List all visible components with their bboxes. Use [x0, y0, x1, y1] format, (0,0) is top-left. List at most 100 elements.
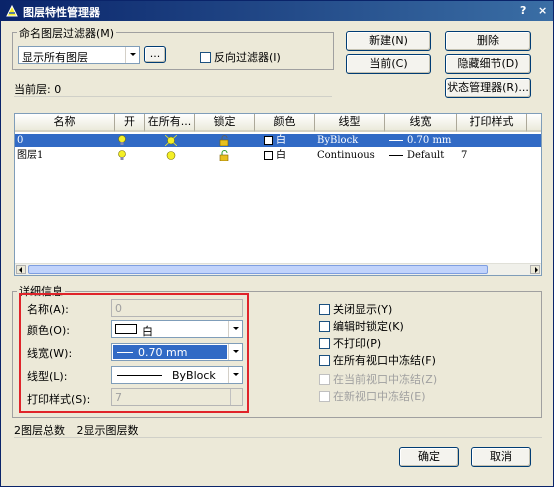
freeze-all-checkbox[interactable]: 在所有视口中冻结(F) [319, 352, 436, 368]
column-header-freeze-all[interactable]: 在所有... [145, 114, 195, 132]
no-plot-label: 不打印(P) [333, 337, 382, 350]
layer-plotstyle[interactable]: 7 [461, 149, 467, 162]
name-label: 名称(A): [27, 303, 69, 316]
unlock-icon[interactable] [219, 150, 230, 161]
table-row[interactable]: 0 白 ByBlock 0.70 mm [15, 134, 541, 147]
off-checkbox[interactable]: 关闭显示(Y) [319, 301, 392, 317]
column-header-more[interactable] [527, 114, 541, 132]
color-select[interactable]: 白 [111, 320, 243, 338]
plotstyle-label: 打印样式(S): [27, 393, 91, 406]
freeze-new-label: 在新视口中冻结(E) [333, 390, 426, 403]
freeze-current-checkbox: 在当前视口中冻结(Z) [319, 371, 437, 387]
chevron-down-icon[interactable] [228, 321, 242, 337]
linetype-select[interactable]: ByBlock [111, 366, 243, 384]
checkbox-icon [319, 374, 330, 385]
lineweight-sample [389, 155, 403, 156]
scroll-right-button[interactable] [530, 265, 540, 274]
name-field: 0 [111, 299, 243, 317]
invert-filter-checkbox[interactable]: 反向过滤器(I) [200, 49, 281, 65]
shown-layers-text: 2显示图层数 [76, 424, 139, 437]
bulb-on-icon[interactable] [117, 150, 127, 161]
name-field-value: 0 [115, 302, 122, 315]
delete-layer-button[interactable]: 删除 [445, 31, 531, 51]
lineweight-label: 线宽(W): [27, 347, 73, 360]
freeze-all-label: 在所有视口中冻结(F) [333, 354, 436, 367]
horizontal-scrollbar[interactable] [15, 263, 541, 275]
column-header-plotstyle[interactable]: 打印样式 [457, 114, 527, 132]
table-row[interactable]: 图层1 白 Continuous Default 7 [15, 149, 541, 162]
layer-lineweight[interactable]: 0.70 mm [407, 134, 451, 147]
current-layer-label: 当前层: [14, 83, 51, 96]
help-button[interactable]: ? [520, 4, 526, 17]
title-bar[interactable]: 图层特性管理器 ? × [1, 1, 553, 21]
column-header-name[interactable]: 名称 [15, 114, 115, 132]
total-layers-text: 2图层总数 [14, 424, 65, 437]
layer-linetype[interactable]: ByBlock [317, 134, 358, 147]
set-current-button[interactable]: 当前(C) [346, 54, 431, 74]
filter-select[interactable]: 显示所有图层 [18, 46, 140, 64]
checkbox-icon [319, 391, 330, 402]
checkbox-icon [319, 338, 330, 349]
layer-manager-icon [6, 4, 18, 17]
layer-list-header: 名称 开 在所有... 锁定 颜色 线型 线宽 打印样式 [15, 114, 541, 132]
column-header-lineweight[interactable]: 线宽 [385, 114, 457, 132]
lineweight-select-value: 0.70 mm [138, 346, 188, 359]
checkbox-icon [319, 355, 330, 366]
chevron-down-icon[interactable] [125, 47, 139, 63]
checkbox-icon [200, 52, 211, 63]
hide-details-button[interactable]: 隐藏细节(D) [445, 54, 531, 74]
plotstyle-field: 7 [111, 388, 243, 406]
invert-filter-label: 反向过滤器(I) [214, 51, 281, 64]
chevron-down-icon[interactable] [228, 344, 242, 360]
unlock-icon[interactable] [219, 135, 230, 146]
linetype-select-value: ByBlock [172, 369, 216, 382]
column-header-color[interactable]: 颜色 [255, 114, 315, 132]
no-plot-checkbox[interactable]: 不打印(P) [319, 335, 381, 351]
scroll-left-button[interactable] [16, 265, 26, 274]
freeze-current-label: 在当前视口中冻结(Z) [333, 373, 438, 386]
ok-button[interactable]: 确定 [399, 447, 459, 467]
current-layer-bar: 当前层: 0 [14, 81, 332, 97]
lock-edit-checkbox[interactable]: 编辑时锁定(K) [319, 318, 404, 334]
layer-properties-dialog: 图层特性管理器 ? × 命名图层过滤器(M) 显示所有图层 ... 反向过滤器(… [0, 0, 554, 487]
layer-color: 白 [276, 135, 286, 146]
color-swatch [115, 324, 137, 334]
chevron-down-icon[interactable] [228, 367, 242, 383]
state-manager-button[interactable]: 状态管理器(R)... [445, 78, 531, 98]
layer-name: 0 [17, 135, 24, 146]
color-swatch[interactable] [264, 151, 273, 160]
sun-icon[interactable] [165, 135, 177, 146]
plotstyle-field-value: 7 [115, 391, 122, 404]
off-label: 关闭显示(Y) [333, 303, 393, 316]
cancel-button[interactable]: 取消 [471, 447, 531, 467]
filter-group-title: 命名图层过滤器(M) [17, 25, 117, 41]
column-header-on[interactable]: 开 [115, 114, 145, 132]
column-header-linetype[interactable]: 线型 [315, 114, 385, 132]
new-layer-button[interactable]: 新建(N) [346, 31, 431, 51]
chevron-right-icon [535, 267, 538, 273]
bulb-on-icon[interactable] [117, 135, 127, 146]
column-header-lock[interactable]: 锁定 [195, 114, 255, 132]
filter-select-value: 显示所有图层 [22, 51, 88, 64]
freeze-new-checkbox: 在新视口中冻结(E) [319, 388, 426, 404]
status-bar: 2图层总数 2显示图层数 [14, 422, 542, 438]
sun-icon[interactable] [165, 150, 177, 161]
layer-name: 图层1 [17, 150, 44, 161]
scroll-thumb[interactable] [28, 265, 488, 274]
checkbox-icon [319, 304, 330, 315]
current-layer-value: 0 [54, 83, 62, 96]
layer-list[interactable]: 名称 开 在所有... 锁定 颜色 线型 线宽 打印样式 0 白 ByBlock… [14, 113, 542, 276]
linetype-label: 线型(L): [27, 370, 68, 383]
layer-linetype[interactable]: Continuous [317, 149, 375, 162]
lineweight-select[interactable]: 0.70 mm [111, 343, 243, 361]
lock-edit-label: 编辑时锁定(K) [333, 320, 404, 333]
layer-lineweight[interactable]: Default [407, 149, 444, 162]
window-title: 图层特性管理器 [23, 6, 100, 19]
layer-color: 白 [276, 150, 286, 161]
close-button[interactable]: × [538, 4, 547, 17]
plotstyle-dropdown-disabled [230, 389, 242, 405]
lineweight-sample [389, 140, 403, 141]
filter-browse-button[interactable]: ... [144, 46, 166, 63]
color-swatch[interactable] [264, 136, 273, 145]
checkbox-icon [319, 321, 330, 332]
